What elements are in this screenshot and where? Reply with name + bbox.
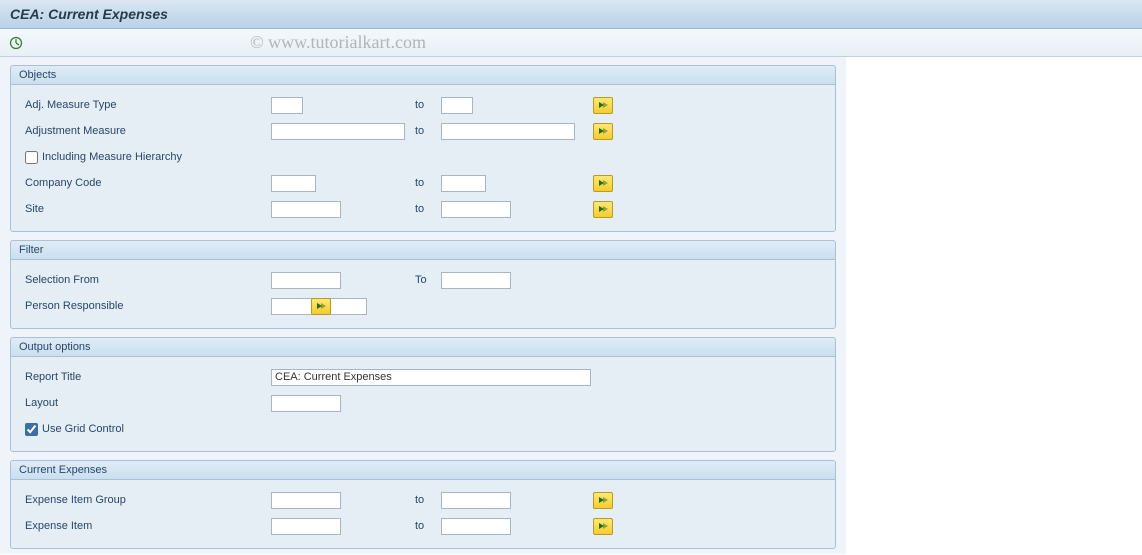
application-toolbar: © www.tutorialkart.com [0,29,1142,57]
multiple-selection-icon [598,522,608,530]
row-selection-from: Selection From To [21,268,825,292]
group-output-options: Output options Report Title Layout Use G… [10,337,836,452]
expense-item-multi-button[interactable] [593,518,613,535]
group-current-expenses: Current Expenses Expense Item Group to E… [10,460,836,549]
expense-item-group-multi-button[interactable] [593,492,613,509]
selection-to-input[interactable] [441,272,511,289]
group-objects: Objects Adj. Measure Type to Adjustment … [10,65,836,232]
row-company-code: Company Code to [21,171,825,195]
expense-item-from-input[interactable] [271,518,341,535]
row-layout: Layout [21,391,825,415]
site-multi-button[interactable] [593,201,613,218]
row-person-responsible: Person Responsible [21,294,825,318]
person-responsible-multi-button[interactable] [311,298,331,315]
to-label: to [411,494,441,506]
site-to-input[interactable] [441,201,511,218]
site-from-input[interactable] [271,201,341,218]
label-layout: Layout [21,397,271,409]
label-company-code: Company Code [21,177,271,189]
adj-measure-type-multi-button[interactable] [593,97,613,114]
multiple-selection-icon [598,101,608,109]
company-code-from-input[interactable] [271,175,316,192]
multiple-selection-icon [598,496,608,504]
expense-item-to-input[interactable] [441,518,511,535]
to-label: to [411,520,441,532]
group-header-filter: Filter [11,241,835,260]
selection-screen: Objects Adj. Measure Type to Adjustment … [0,57,846,554]
label-use-grid: Use Grid Control [42,423,124,435]
blank-area [846,57,1142,554]
to-label: to [411,99,441,111]
row-site: Site to [21,197,825,221]
page-title: CEA: Current Expenses [10,6,168,22]
group-header-objects: Objects [11,66,835,85]
multiple-selection-icon [598,179,608,187]
row-report-title: Report Title [21,365,825,389]
to-label: to [411,203,441,215]
page-title-bar: CEA: Current Expenses [0,0,1142,29]
layout-input[interactable] [271,395,341,412]
group-filter: Filter Selection From To Person Responsi… [10,240,836,329]
company-code-multi-button[interactable] [593,175,613,192]
including-hierarchy-checkbox[interactable] [25,151,38,164]
row-expense-item-group: Expense Item Group to [21,488,825,512]
label-adjustment-measure: Adjustment Measure [21,125,271,137]
label-selection-from: Selection From [21,274,271,286]
multiple-selection-icon [598,205,608,213]
row-use-grid: Use Grid Control [21,417,825,441]
multiple-selection-icon [316,302,326,310]
label-site: Site [21,203,271,215]
group-header-current-expenses: Current Expenses [11,461,835,480]
group-header-output: Output options [11,338,835,357]
to-label: To [411,274,441,286]
label-adj-measure-type: Adj. Measure Type [21,99,271,111]
report-title-input[interactable] [271,369,591,386]
selection-from-input[interactable] [271,272,341,289]
label-expense-item-group: Expense Item Group [21,494,271,506]
label-person-responsible: Person Responsible [21,300,271,312]
expense-item-group-from-input[interactable] [271,492,341,509]
adjustment-measure-to-input[interactable] [441,123,575,140]
label-including-hierarchy: Including Measure Hierarchy [42,151,182,163]
watermark-text: © www.tutorialkart.com [250,32,426,53]
row-expense-item: Expense Item to [21,514,825,538]
row-adj-measure-type: Adj. Measure Type to [21,93,825,117]
multiple-selection-icon [598,127,608,135]
expense-item-group-to-input[interactable] [441,492,511,509]
execute-button[interactable] [6,33,26,53]
adj-measure-type-to-input[interactable] [441,97,473,114]
adjustment-measure-from-input[interactable] [271,123,405,140]
execute-icon [9,36,23,50]
adjustment-measure-multi-button[interactable] [593,123,613,140]
adj-measure-type-from-input[interactable] [271,97,303,114]
row-adjustment-measure: Adjustment Measure to [21,119,825,143]
row-including-hierarchy: Including Measure Hierarchy [21,145,825,169]
label-report-title: Report Title [21,371,271,383]
to-label: to [411,177,441,189]
company-code-to-input[interactable] [441,175,486,192]
use-grid-checkbox[interactable] [25,423,38,436]
label-expense-item: Expense Item [21,520,271,532]
to-label: to [411,125,441,137]
